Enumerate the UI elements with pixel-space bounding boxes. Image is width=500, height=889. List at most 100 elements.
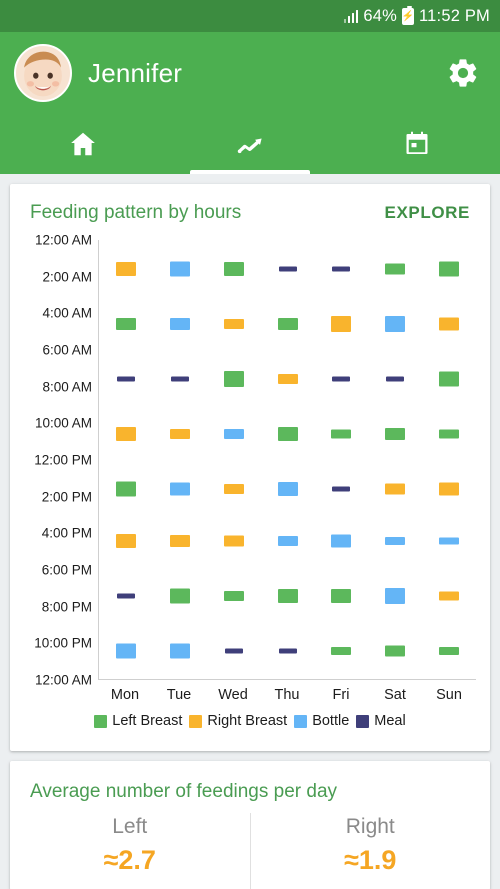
chart-y-axis-label: 12:00 AM xyxy=(35,233,92,248)
chart-point-right[interactable] xyxy=(170,535,190,547)
chart-x-label-mon: Mon xyxy=(98,687,152,703)
chart-point-meal[interactable] xyxy=(117,593,135,598)
chart-point-right[interactable] xyxy=(116,427,136,441)
chart-point-meal[interactable] xyxy=(171,377,189,382)
chart-point-bottle[interactable] xyxy=(278,536,298,546)
chart-y-axis-label: 10:00 PM xyxy=(34,636,92,651)
legend-swatch-icon xyxy=(94,715,107,728)
chart-y-axis-label: 12:00 AM xyxy=(35,673,92,688)
chart-x-label-thu: Thu xyxy=(260,687,314,703)
chart-point-right[interactable] xyxy=(224,535,244,546)
explore-button[interactable]: EXPLORE xyxy=(385,203,470,223)
chart-point-left[interactable] xyxy=(278,427,298,441)
chart-point-bottle[interactable] xyxy=(278,482,298,496)
averages-card: Average number of feedings per day Left≈… xyxy=(10,761,490,889)
chart-x-label-sat: Sat xyxy=(368,687,422,703)
chart-point-right[interactable] xyxy=(224,484,244,494)
chart-point-bottle[interactable] xyxy=(170,643,190,658)
chart-point-meal[interactable] xyxy=(386,377,404,382)
chart-y-axis-label: 6:00 AM xyxy=(42,343,92,358)
legend-label: Left Breast xyxy=(112,713,182,729)
chart-point-left[interactable] xyxy=(224,262,244,276)
chart-y-axis-label: 2:00 PM xyxy=(42,489,92,504)
chart-x-label-fri: Fri xyxy=(314,687,368,703)
chart-point-right[interactable] xyxy=(331,316,351,332)
chart-point-left[interactable] xyxy=(439,647,459,655)
chart-point-left[interactable] xyxy=(385,264,405,275)
chart-point-left[interactable] xyxy=(331,589,351,603)
chart-point-right[interactable] xyxy=(439,483,459,496)
chart-point-bottle[interactable] xyxy=(331,534,351,547)
chart-point-left[interactable] xyxy=(439,372,459,387)
chart-point-right[interactable] xyxy=(116,262,136,276)
chart-point-meal[interactable] xyxy=(225,648,243,653)
chart-point-bottle[interactable] xyxy=(385,537,405,545)
legend-swatch-icon xyxy=(356,715,369,728)
chart-point-left[interactable] xyxy=(278,589,298,603)
avatar[interactable] xyxy=(14,44,72,102)
chart-point-meal[interactable] xyxy=(332,487,350,492)
chart-point-bottle[interactable] xyxy=(170,262,190,277)
chart-point-bottle[interactable] xyxy=(385,316,405,332)
chart-point-bottle[interactable] xyxy=(170,483,190,496)
chart-point-left[interactable] xyxy=(331,430,351,439)
chart-point-meal[interactable] xyxy=(279,648,297,653)
averages-title: Average number of feedings per day xyxy=(10,761,490,813)
chart-point-bottle[interactable] xyxy=(224,429,244,439)
chart-line-icon xyxy=(235,129,265,159)
chart-point-left[interactable] xyxy=(278,318,298,330)
chart-point-right[interactable] xyxy=(224,319,244,329)
chart-point-meal[interactable] xyxy=(332,267,350,272)
legend-item-meal: Meal xyxy=(356,713,405,729)
chart-point-left[interactable] xyxy=(385,428,405,440)
chart-point-meal[interactable] xyxy=(332,377,350,382)
status-bar: 64% ⚡ 11:52 PM xyxy=(0,0,500,32)
averages-row: Left≈2.7Right≈1.9 xyxy=(10,813,490,889)
chart-y-axis-label: 6:00 PM xyxy=(42,563,92,578)
legend-label: Meal xyxy=(374,713,405,729)
tab-home[interactable] xyxy=(0,114,167,174)
chart-point-bottle[interactable] xyxy=(439,537,459,544)
chart-point-bottle[interactable] xyxy=(385,588,405,604)
chart-point-left[interactable] xyxy=(224,371,244,387)
average-value: ≈2.7 xyxy=(10,845,250,876)
tab-calendar[interactable] xyxy=(333,114,500,174)
chart-point-left[interactable] xyxy=(170,588,190,603)
chart-x-label-tue: Tue xyxy=(152,687,206,703)
chart-y-axis-label: 8:00 AM xyxy=(42,379,92,394)
gear-icon[interactable] xyxy=(446,56,480,90)
home-icon xyxy=(68,129,98,159)
chart-x-label-wed: Wed xyxy=(206,687,260,703)
chart-legend: Left BreastRight BreastBottleMeal xyxy=(24,703,476,745)
chart-point-left[interactable] xyxy=(116,318,136,330)
tab-statistics[interactable] xyxy=(167,114,334,174)
chart-point-meal[interactable] xyxy=(117,377,135,382)
chart-point-bottle[interactable] xyxy=(116,643,136,658)
chart-point-bottle[interactable] xyxy=(170,318,190,330)
chart-point-right[interactable] xyxy=(116,534,136,548)
battery-percent-label: 64% xyxy=(363,7,397,26)
chart-point-meal[interactable] xyxy=(279,267,297,272)
chart-point-right[interactable] xyxy=(439,318,459,331)
average-label: Right xyxy=(251,815,491,839)
chart-point-left[interactable] xyxy=(385,645,405,656)
chart-point-right[interactable] xyxy=(385,484,405,495)
chart-point-left[interactable] xyxy=(331,647,351,655)
chart-point-right[interactable] xyxy=(170,429,190,439)
chart-point-left[interactable] xyxy=(116,482,136,497)
chart-point-left[interactable] xyxy=(224,591,244,601)
content-area: Feeding pattern by hours EXPLORE 12:00 A… xyxy=(0,174,500,889)
chart-x-axis-labels: MonTueWedThuFriSatSun xyxy=(98,687,476,703)
feeding-scatter-chart[interactable]: 12:00 AM2:00 AM4:00 AM6:00 AM8:00 AM10:0… xyxy=(98,240,476,680)
chart-point-left[interactable] xyxy=(439,262,459,277)
legend-swatch-icon xyxy=(294,715,307,728)
average-column-left: Left≈2.7 xyxy=(10,813,250,889)
calendar-icon xyxy=(402,129,432,159)
chart-point-left[interactable] xyxy=(439,430,459,439)
chart-point-right[interactable] xyxy=(439,591,459,600)
legend-swatch-icon xyxy=(189,715,202,728)
legend-label: Bottle xyxy=(312,713,349,729)
feeding-pattern-card: Feeding pattern by hours EXPLORE 12:00 A… xyxy=(10,184,490,751)
child-name-label: Jennifer xyxy=(88,58,182,89)
chart-point-right[interactable] xyxy=(278,374,298,384)
